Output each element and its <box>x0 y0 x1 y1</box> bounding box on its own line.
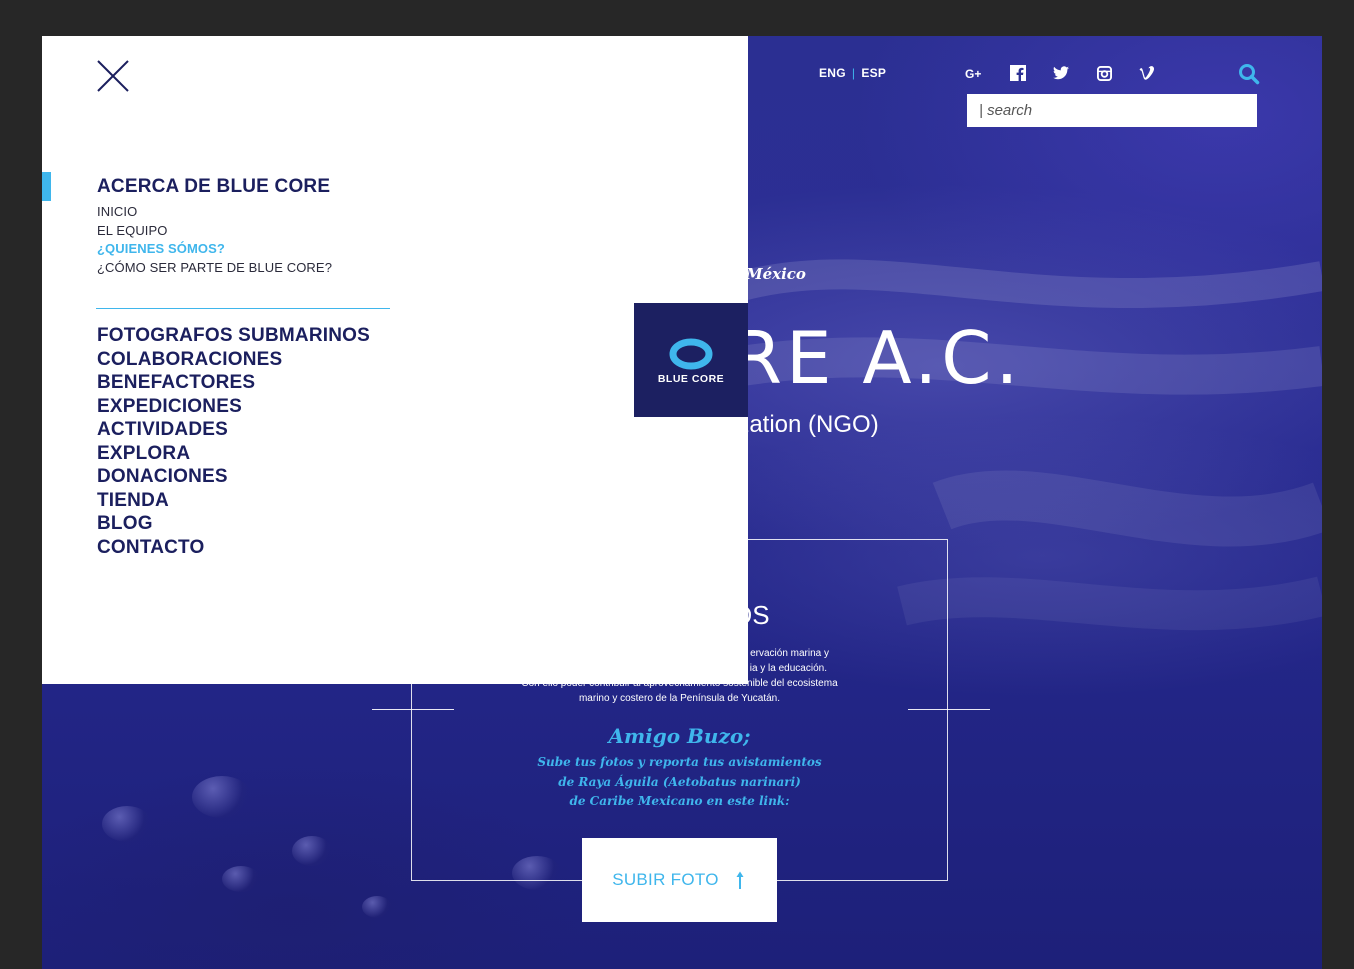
menu-item-colaboraciones[interactable]: COLABORACIONES <box>97 348 370 372</box>
arrow-up-icon <box>736 871 744 889</box>
menu-item-actividades[interactable]: ACTIVIDADES <box>97 418 370 442</box>
menu-item-blog[interactable]: BLOG <box>97 512 370 536</box>
submenu-item-el-equipo[interactable]: EL EQUIPO <box>97 222 332 241</box>
amigo-line: de Raya Águila (Aetobatus narinari) <box>558 774 801 789</box>
lang-esp-link[interactable]: ESP <box>861 66 886 80</box>
amigo-buzo-title: Amigo Buzo; <box>608 724 751 748</box>
vimeo-icon[interactable] <box>1137 64 1157 82</box>
submenu-item-quienes-somos[interactable]: ¿QUIENES SÓMOS? <box>97 240 332 259</box>
svg-text:G+: G+ <box>965 67 981 80</box>
search-input[interactable] <box>967 94 1257 127</box>
blue-core-logo[interactable]: BLUE CORE <box>634 303 748 417</box>
google-plus-icon[interactable]: G+ <box>965 64 985 82</box>
lang-separator: | <box>851 66 856 80</box>
menu-section-title[interactable]: ACERCA DE BLUE CORE <box>97 176 330 198</box>
twitter-icon[interactable] <box>1051 64 1071 82</box>
amigo-line: Sube tus fotos y reporta tus avistamient… <box>537 755 822 769</box>
close-icon[interactable] <box>96 59 130 93</box>
menu-divider <box>96 308 390 309</box>
card-line-left <box>372 709 454 710</box>
bubble <box>362 896 392 918</box>
submenu-item-como-ser-parte[interactable]: ¿CÓMO SER PARTE DE BLUE CORE? <box>97 259 332 278</box>
logo-text: BLUE CORE <box>657 373 725 385</box>
menu-item-expediciones[interactable]: EXPEDICIONES <box>97 395 370 419</box>
logo-ring-icon <box>669 338 713 370</box>
language-switcher: ENG | ESP <box>819 66 886 80</box>
submenu: INICIO EL EQUIPO ¿QUIENES SÓMOS? ¿CÓMO S… <box>97 203 332 277</box>
menu-item-contacto[interactable]: CONTACTO <box>97 536 370 560</box>
menu-item-explora[interactable]: EXPLORA <box>97 442 370 466</box>
page-frame: ENG|ESP G+ México RE A.C. ization (NGO) … <box>42 36 1322 969</box>
lang-eng-link[interactable]: ENG <box>819 66 846 80</box>
card-text-line: marino y costero de la Península de Yuca… <box>578 693 781 704</box>
main-menu: FOTOGRAFOS SUBMARINOS COLABORACIONES BEN… <box>97 324 370 559</box>
hero-title: RE A.C. <box>732 316 1023 400</box>
upload-photo-label: SUBIR FOTO <box>612 870 719 889</box>
amigo-line: de Caribe Mexicano en este link: <box>569 794 790 808</box>
bubble <box>222 866 260 892</box>
upload-photo-button[interactable]: SUBIR FOTO <box>582 838 777 922</box>
hero-location: México <box>746 265 806 283</box>
amigo-buzo-text: Sube tus fotos y reporta tus avistamient… <box>492 753 867 812</box>
active-section-marker <box>42 172 51 201</box>
bubble <box>192 776 252 818</box>
menu-item-benefactores[interactable]: BENEFACTORES <box>97 371 370 395</box>
card-line-right <box>908 709 990 710</box>
menu-item-tienda[interactable]: TIENDA <box>97 489 370 513</box>
hero-subtitle: ization (NGO) <box>732 411 879 438</box>
menu-item-donaciones[interactable]: DONACIONES <box>97 465 370 489</box>
search-icon[interactable] <box>1238 63 1260 85</box>
bubble <box>292 836 332 866</box>
bubble <box>102 806 152 842</box>
instagram-icon[interactable] <box>1094 64 1114 82</box>
facebook-icon[interactable] <box>1008 64 1028 82</box>
submenu-item-inicio[interactable]: INICIO <box>97 203 332 222</box>
menu-item-fotografos-submarinos[interactable]: FOTOGRAFOS SUBMARINOS <box>97 324 370 348</box>
